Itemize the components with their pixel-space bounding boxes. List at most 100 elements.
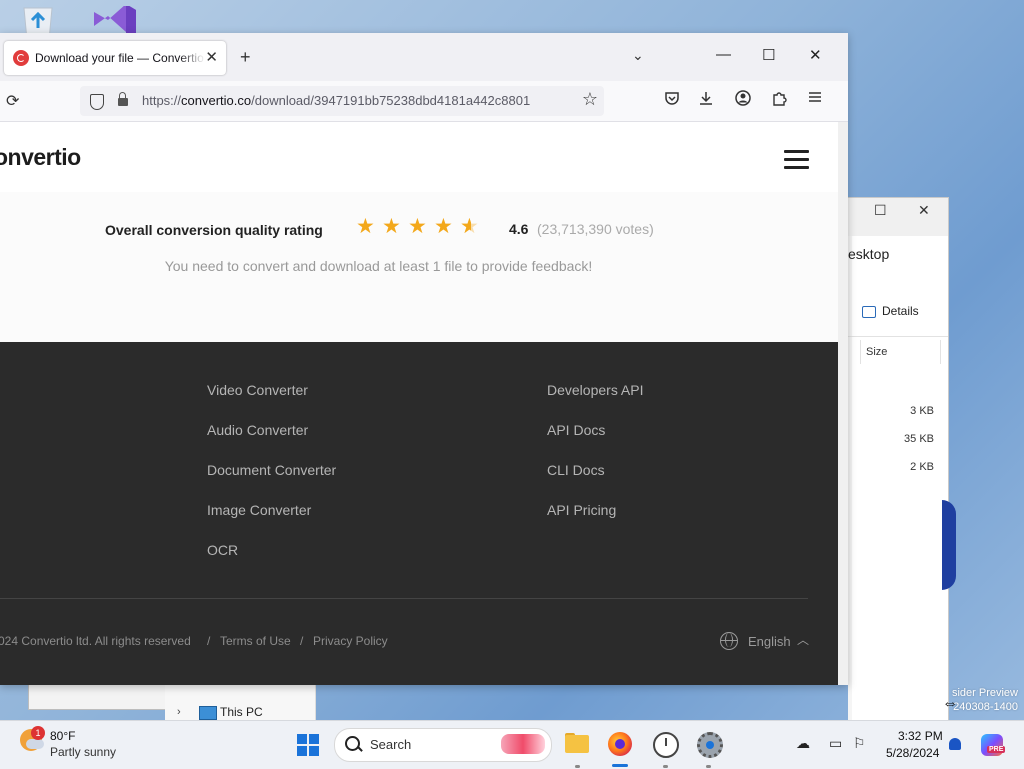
convertio-favicon-icon [13, 50, 29, 66]
rating-votes: (23,713,390 votes) [537, 221, 654, 237]
expand-chevron-icon[interactable]: › [177, 706, 181, 718]
weather-temperature: 80°F [50, 729, 76, 743]
star-icon: ★ [434, 215, 453, 238]
build-watermark: sider Preview 240308-1400 [952, 686, 1018, 714]
url-domain: convertio.co [181, 93, 252, 108]
close-tab-icon[interactable]: ✕ [205, 48, 218, 66]
copilot-icon[interactable]: PRE [981, 734, 1006, 756]
star-icon: ★ [382, 215, 401, 238]
extensions-icon[interactable] [771, 90, 787, 111]
watermark-line: sider Preview [951, 687, 1018, 699]
file-size: 35 KB [904, 433, 934, 445]
reload-icon[interactable]: ⟳ [6, 91, 19, 111]
globe-icon[interactable] [720, 632, 738, 650]
file-explorer-taskbar-icon[interactable] [563, 729, 593, 759]
web-page[interactable]: onvertio Overall conversion quality rati… [0, 122, 838, 685]
settings-taskbar-icon[interactable] [694, 729, 724, 759]
minimize-button[interactable]: — [716, 46, 731, 63]
terms-of-use-link[interactable]: Terms of Use [220, 634, 291, 648]
footer-link-audio-converter[interactable]: Audio Converter [207, 422, 308, 438]
details-label: Details [882, 304, 919, 318]
tab-title: Download your file — Convertio [35, 51, 204, 65]
tab-bar: Download your file — Convertio ✕ + ⌄ — ☐… [0, 33, 848, 81]
footer-separator: / [300, 634, 304, 648]
background-window[interactable] [28, 684, 167, 710]
divider [848, 336, 948, 337]
start-button-windows-icon[interactable] [297, 734, 319, 756]
star-icon: ★ ★ [460, 215, 479, 238]
search-label: Search [370, 737, 412, 752]
site-footer: Video Converter Audio Converter Document… [0, 342, 838, 685]
active-indicator [612, 764, 628, 767]
resize-cursor-icon: ⇔ [942, 695, 958, 712]
list-tabs-icon[interactable]: ⌄ [632, 47, 644, 64]
tracking-protection-icon[interactable] [90, 94, 104, 110]
new-tab-button[interactable]: + [240, 47, 251, 68]
footer-link-api-docs[interactable]: API Docs [547, 422, 605, 438]
explorer-nav-pane[interactable]: › This PC [165, 684, 316, 720]
preview-badge: PRE [987, 746, 1006, 753]
footer-link-cli-docs[interactable]: CLI Docs [547, 462, 605, 478]
footer-separator: / [207, 634, 211, 648]
rating-section: Overall conversion quality rating ★ ★ ★ ★ ★ ★… [0, 192, 838, 342]
url-scheme: https:// [142, 93, 182, 108]
explorer-titlebar [848, 198, 948, 236]
close-window-button[interactable]: ✕ [809, 46, 822, 64]
footer-link-developers-api[interactable]: Developers API [547, 382, 644, 398]
details-button[interactable]: Details [862, 304, 919, 318]
file-explorer-window[interactable]: ☐ ✕ esktop Details Size 3 KB 35 KB 2 KB [848, 197, 949, 724]
url-path: /download/3947191bb75238dbd4181a442c8801 [251, 93, 531, 108]
taskbar: 1 80°F Partly sunny Search ☁ ▭ ⚐ 3:32 PM… [0, 720, 1024, 769]
watermark-line: 240308-1400 [953, 701, 1018, 713]
pocket-icon[interactable] [664, 90, 680, 111]
search-highlight-icon [501, 734, 545, 754]
address-bar[interactable]: https://convertio.co/download/3947191bb7… [80, 86, 604, 116]
maximize-button[interactable]: ☐ [762, 46, 775, 64]
footer-link-image-converter[interactable]: Image Converter [207, 502, 311, 518]
chevron-up-icon[interactable]: ︿ [797, 631, 809, 648]
footer-link-video-converter[interactable]: Video Converter [207, 382, 308, 398]
footer-divider [0, 598, 808, 599]
weather-badge: 1 [31, 726, 45, 740]
downloads-icon[interactable] [698, 90, 714, 111]
language-selector[interactable]: English [748, 634, 791, 649]
maximize-icon[interactable]: ☐ [874, 202, 887, 219]
column-separator [860, 340, 861, 364]
convertio-logo[interactable]: onvertio [0, 144, 81, 171]
file-size: 3 KB [910, 405, 934, 417]
file-size: 2 KB [910, 461, 934, 473]
bookmark-star-icon[interactable]: ☆ [582, 89, 598, 110]
clock-time[interactable]: 3:32 PM [898, 729, 943, 743]
footer-link-api-pricing[interactable]: API Pricing [547, 502, 616, 518]
star-icon: ★ [408, 215, 427, 238]
clock-date[interactable]: 5/28/2024 [886, 746, 939, 760]
nav-item-this-pc[interactable]: This PC [220, 705, 263, 719]
explorer-address[interactable]: esktop [848, 246, 889, 262]
window-edge [848, 198, 852, 723]
footer-link-ocr[interactable]: OCR [207, 542, 238, 558]
firefox-taskbar-icon[interactable] [605, 729, 635, 759]
feedback-notice: You need to convert and download at leas… [164, 258, 593, 274]
copyright-text: 024 Convertio ltd. All rights reserved [0, 634, 191, 648]
rating-value: 4.6 [509, 221, 529, 237]
display-icon[interactable]: ▭ [829, 735, 842, 752]
privacy-policy-link[interactable]: Privacy Policy [313, 634, 388, 648]
network-icon[interactable]: ⚐ [853, 735, 866, 752]
onedrive-offline-icon[interactable]: ☁ [796, 735, 810, 752]
browser-window[interactable]: Download your file — Convertio ✕ + ⌄ — ☐… [0, 33, 848, 685]
lock-icon[interactable] [118, 92, 128, 106]
notification-bell-icon[interactable] [949, 738, 961, 750]
column-separator [940, 340, 941, 364]
footer-link-document-converter[interactable]: Document Converter [207, 462, 336, 478]
tab-convertio[interactable]: Download your file — Convertio ✕ [4, 41, 226, 75]
close-icon[interactable]: ✕ [918, 202, 930, 219]
url-text[interactable]: https://convertio.co/download/3947191bb7… [142, 93, 570, 108]
taskbar-search[interactable]: Search [334, 728, 552, 762]
account-icon[interactable] [735, 90, 751, 111]
this-pc-icon [199, 706, 217, 720]
page-scrollbar[interactable] [838, 122, 848, 685]
hamburger-menu-icon[interactable] [784, 150, 809, 174]
clock-app-taskbar-icon[interactable] [650, 729, 680, 759]
size-column-header[interactable]: Size [866, 346, 887, 358]
app-menu-icon[interactable] [808, 90, 822, 109]
